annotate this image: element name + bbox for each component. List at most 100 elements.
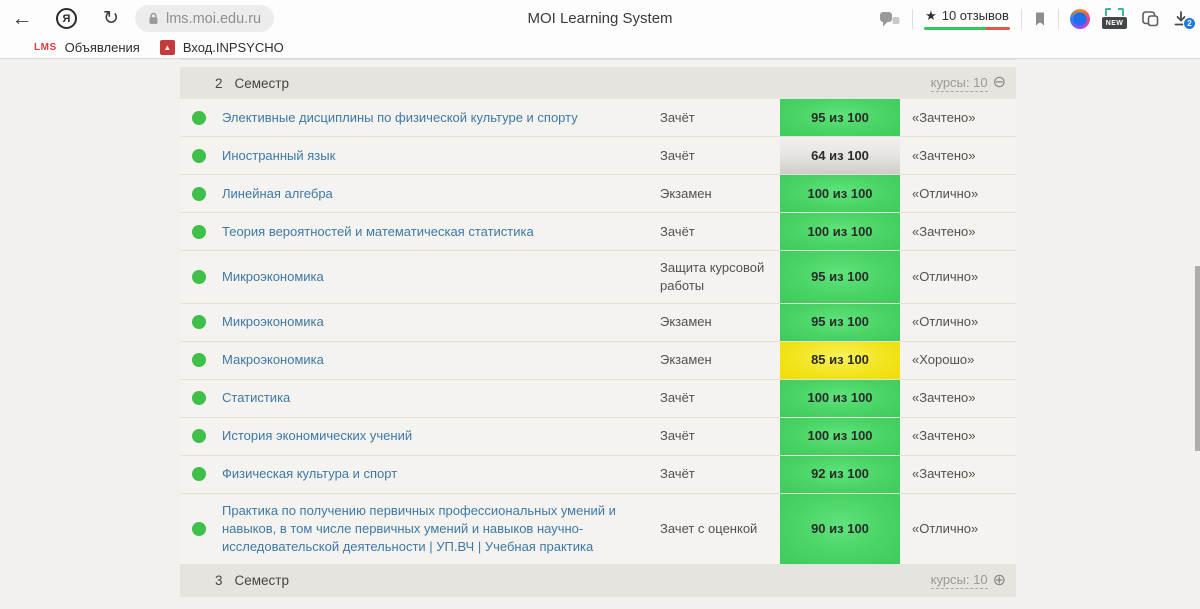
status-dot-cell xyxy=(180,187,222,201)
course-link[interactable]: Макроэкономика xyxy=(222,343,660,377)
courses-count-label: курсы: 10 xyxy=(931,75,988,92)
score-badge: 95 из 100 xyxy=(780,304,900,341)
course-link[interactable]: Статистика xyxy=(222,381,660,415)
toolbar-right-cluster: ★ 10 отзывов NEW xyxy=(879,8,1190,30)
semester-panel: 2 Семестр курсы: 10 ⊖ Элективные дисципл… xyxy=(180,59,1016,597)
courses-expand-control[interactable]: курсы: 10 ⊕ xyxy=(931,572,1006,589)
semester-title: Семестр xyxy=(235,76,290,91)
status-dot-cell xyxy=(180,467,222,481)
bookmarks-bar: LMS Объявления ▲ Вход.INPSYCHO xyxy=(0,37,1200,59)
refresh-icon[interactable]: ↻ xyxy=(101,7,121,30)
score-badge: 64 из 100 xyxy=(780,137,900,174)
status-dot-icon xyxy=(192,225,206,239)
course-link[interactable]: Физическая культура и спорт xyxy=(222,457,660,491)
table-row: Теория вероятностей и математическая ста… xyxy=(180,213,1016,251)
course-link[interactable]: Иностранный язык xyxy=(222,139,660,173)
assessment-type: Зачёт xyxy=(660,101,780,135)
result-text: «Отлично» xyxy=(900,177,1016,211)
result-text: «Зачтено» xyxy=(900,457,1016,491)
course-link[interactable]: Элективные дисциплины по физической куль… xyxy=(222,101,660,135)
status-dot-cell xyxy=(180,391,222,405)
vertical-scrollbar[interactable] xyxy=(1195,266,1200,451)
rating-bar xyxy=(924,27,1010,30)
score-badge: 100 из 100 xyxy=(780,380,900,417)
result-text: «Зачтено» xyxy=(900,139,1016,173)
table-row: Физическая культура и спортЗачёт92 из 10… xyxy=(180,456,1016,494)
downloads-count-badge: 2 xyxy=(1183,17,1196,30)
table-row: Линейная алгебраЭкзамен100 из 100«Отличн… xyxy=(180,175,1016,213)
reviews-count-label: 10 отзывов xyxy=(942,8,1009,23)
score-badge: 85 из 100 xyxy=(780,342,900,379)
bookmark-label: Объявления xyxy=(65,40,140,55)
lock-icon xyxy=(148,12,159,25)
result-text: «Зачтено» xyxy=(900,215,1016,249)
status-dot-icon xyxy=(192,522,206,536)
rating-bar-positive xyxy=(924,27,986,30)
collapse-icon[interactable]: ⊖ xyxy=(993,75,1006,91)
table-row: Элективные дисциплины по физической куль… xyxy=(180,99,1016,137)
status-dot-icon xyxy=(192,315,206,329)
inpsycho-favicon: ▲ xyxy=(160,40,175,55)
extension-circle-icon[interactable] xyxy=(1070,9,1090,29)
course-link[interactable]: Линейная алгебра xyxy=(222,177,660,211)
score-badge: 95 из 100 xyxy=(780,251,900,303)
tabs-icon[interactable] xyxy=(1139,9,1161,29)
courses-count-label: курсы: 10 xyxy=(931,572,988,589)
score-badge: 100 из 100 xyxy=(780,418,900,455)
course-link[interactable]: Теория вероятностей и математическая ста… xyxy=(222,215,660,249)
bookmark-item-announcements[interactable]: LMS Объявления xyxy=(34,40,140,55)
status-dot-icon xyxy=(192,270,206,284)
table-row: МикроэкономикаЭкзамен95 из 100«Отлично» xyxy=(180,304,1016,342)
status-dot-cell xyxy=(180,429,222,443)
site-reviews[interactable]: ★ 10 отзывов xyxy=(924,8,1010,30)
result-text: «Отлично» xyxy=(900,512,1016,546)
score-badge: 90 из 100 xyxy=(780,494,900,564)
bookmark-flag-icon[interactable] xyxy=(1033,11,1047,27)
status-dot-icon xyxy=(192,187,206,201)
bookmark-label: Вход.INPSYCHO xyxy=(183,40,284,55)
result-text: «Отлично» xyxy=(900,260,1016,294)
assessment-type: Зачёт xyxy=(660,419,780,453)
result-text: «Зачтено» xyxy=(900,419,1016,453)
status-dot-cell xyxy=(180,522,222,536)
url-text: lms.moi.edu.ru xyxy=(166,11,261,27)
back-icon[interactable]: ← xyxy=(12,7,32,31)
result-text: «Зачтено» xyxy=(900,101,1016,135)
result-text: «Хорошо» xyxy=(900,343,1016,377)
star-icon: ★ xyxy=(925,8,937,24)
assessment-type: Зачёт xyxy=(660,215,780,249)
status-dot-icon xyxy=(192,391,206,405)
courses-collapse-control[interactable]: курсы: 10 ⊖ xyxy=(931,75,1006,92)
result-text: «Отлично» xyxy=(900,305,1016,339)
semester-number: 3 xyxy=(215,573,223,588)
assessment-type: Экзамен xyxy=(660,177,780,211)
new-extension-icon[interactable]: NEW xyxy=(1101,8,1128,29)
semester-number: 2 xyxy=(215,76,223,91)
table-row: Практика по получению первичных професси… xyxy=(180,494,1016,565)
lms-favicon: LMS xyxy=(34,42,57,53)
bookmark-item-inpsycho[interactable]: ▲ Вход.INPSYCHO xyxy=(160,40,284,55)
site-widget-icon[interactable] xyxy=(879,10,901,28)
assessment-type: Зачёт xyxy=(660,381,780,415)
expand-icon[interactable]: ⊕ xyxy=(993,573,1006,589)
assessment-type: Зачёт xyxy=(660,139,780,173)
course-link[interactable]: Практика по получению первичных професси… xyxy=(222,494,660,564)
section-header-semester-3: 3 Семестр курсы: 10 ⊕ xyxy=(180,565,1016,597)
course-link[interactable]: Микроэкономика xyxy=(222,305,660,339)
table-row: МакроэкономикаЭкзамен85 из 100«Хорошо» xyxy=(180,342,1016,380)
status-dot-icon xyxy=(192,467,206,481)
downloads-button[interactable]: 2 xyxy=(1172,10,1190,27)
browser-toolbar: ← Я ↻ lms.moi.edu.ru MOI Learning System… xyxy=(0,0,1200,37)
score-badge: 100 из 100 xyxy=(780,175,900,212)
course-link[interactable]: История экономических учений xyxy=(222,419,660,453)
address-bar[interactable]: lms.moi.edu.ru xyxy=(135,5,274,32)
assessment-type: Экзамен xyxy=(660,305,780,339)
score-badge: 100 из 100 xyxy=(780,213,900,250)
assessment-type: Зачёт xyxy=(660,457,780,491)
course-link[interactable]: Микроэкономика xyxy=(222,260,660,294)
score-badge: 92 из 100 xyxy=(780,456,900,493)
new-icon-marks xyxy=(1105,8,1124,16)
table-row: История экономических ученийЗачёт100 из … xyxy=(180,418,1016,456)
divider xyxy=(1058,9,1059,29)
yandex-logo-icon[interactable]: Я xyxy=(56,8,77,29)
